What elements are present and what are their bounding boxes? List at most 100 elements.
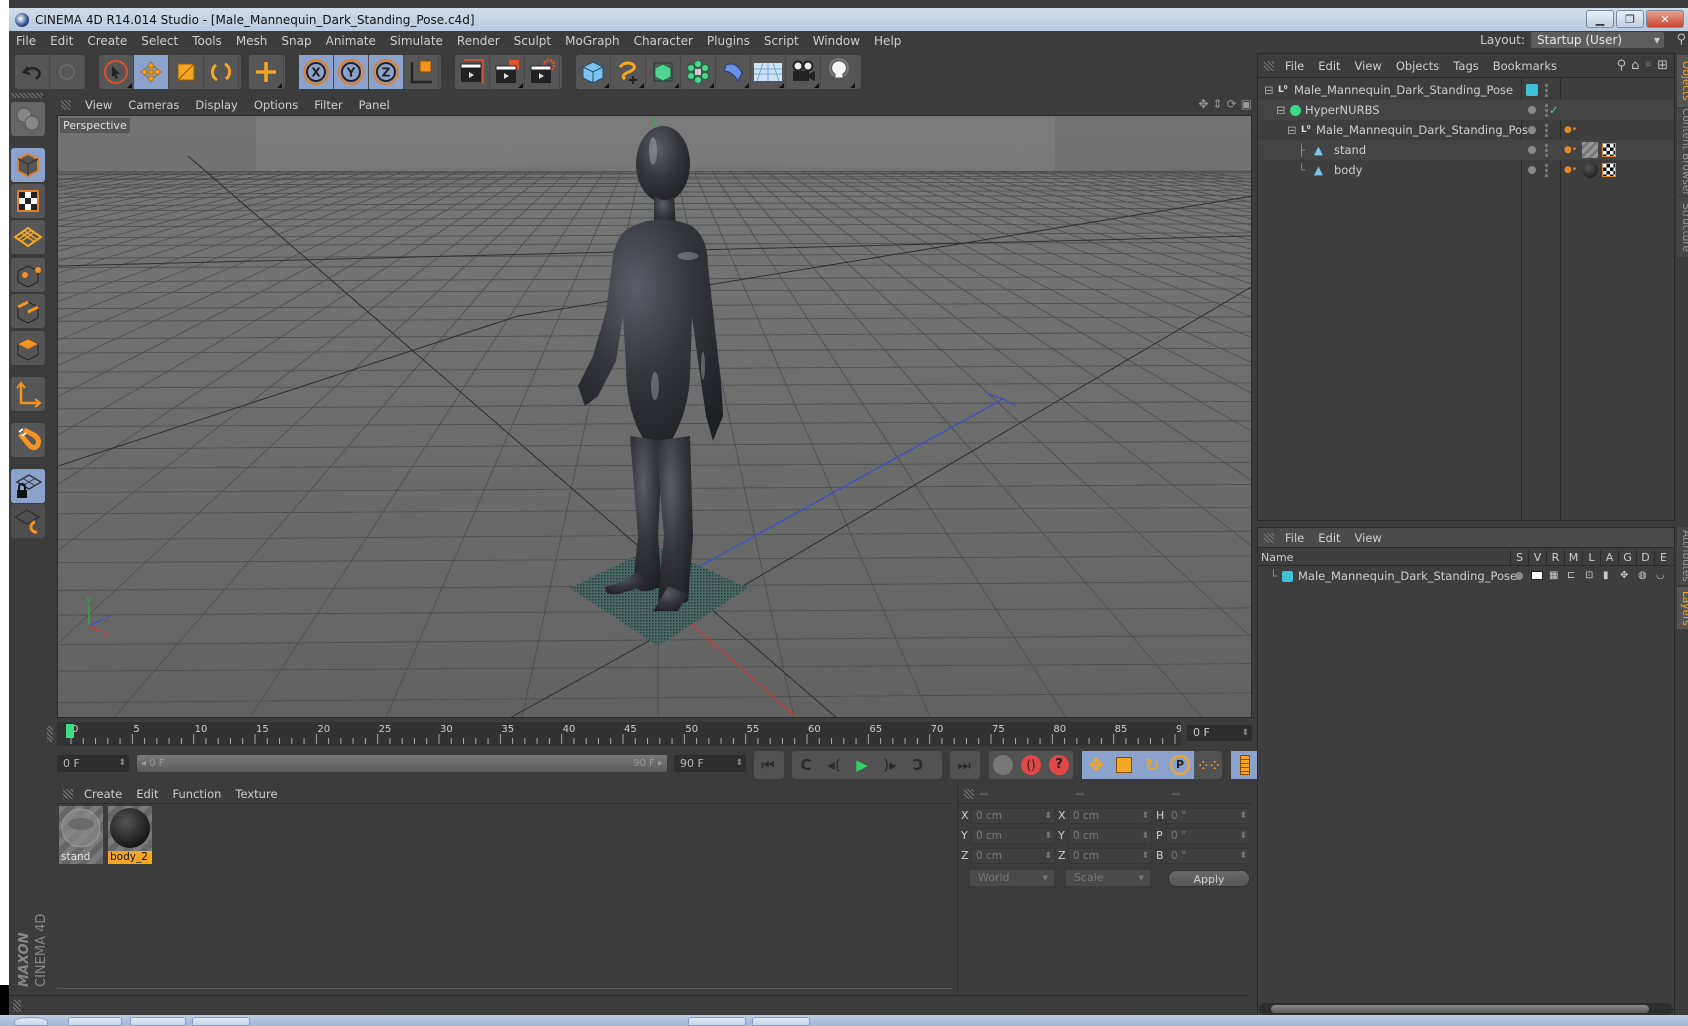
light-button[interactable]	[821, 55, 856, 89]
column-expressions[interactable]: E	[1654, 550, 1672, 566]
model-mode-button[interactable]	[11, 148, 45, 182]
home-icon[interactable]: ⌂	[1631, 58, 1639, 73]
edges-mode-button[interactable]	[11, 294, 45, 328]
timeline-ruler[interactable]: 051015202530354045505560657075808590 0 F	[47, 722, 1252, 746]
locked-workplane-button[interactable]	[11, 469, 45, 503]
polygons-mode-button[interactable]	[11, 331, 45, 365]
object-name[interactable]: Male_Mannequin_Dark_Standing_Pose	[1316, 120, 1535, 140]
viewport-menu-cameras[interactable]: Cameras	[120, 98, 187, 112]
toolbar-grip[interactable]	[11, 93, 43, 98]
close-button[interactable]: ✕	[1646, 10, 1684, 28]
panel-grip[interactable]	[61, 100, 71, 110]
go-to-end-button[interactable]: ⏭	[950, 751, 978, 779]
z-axis-lock-button[interactable]: Z	[369, 55, 404, 89]
key-parameter-button[interactable]: P	[1166, 751, 1194, 779]
menu-render[interactable]: Render	[450, 34, 507, 48]
key-rotation-button[interactable]: ↻	[1138, 751, 1166, 779]
current-frame-field[interactable]: 0 F	[1187, 725, 1252, 741]
object-row[interactable]: ⊟ L⁰ Male_Mannequin_Dark_Standing_Pose	[1258, 80, 1674, 100]
rotate-button[interactable]	[204, 55, 239, 89]
cube-button[interactable]	[576, 55, 611, 89]
material-menu-edit[interactable]: Edit	[129, 787, 165, 801]
deformer-icon[interactable]: ◍	[1638, 567, 1647, 585]
previous-key-button[interactable]: C	[792, 751, 820, 779]
column-generators[interactable]: G	[1618, 550, 1636, 566]
object-row[interactable]: ⊟ HyperNURBS ✓	[1258, 100, 1674, 120]
nurbs-button[interactable]	[646, 55, 681, 89]
object-menu-edit[interactable]: Edit	[1311, 59, 1347, 73]
taskbar-app[interactable]	[68, 1017, 122, 1026]
new-window-icon[interactable]: ⊞	[1657, 58, 1668, 73]
menu-simulate[interactable]: Simulate	[383, 34, 450, 48]
column-render[interactable]: R	[1546, 550, 1564, 566]
range-end-handle[interactable]: 90 F ▸	[633, 755, 663, 772]
size-z-field[interactable]: 0 cm	[1068, 848, 1152, 864]
menu-mesh[interactable]: Mesh	[229, 34, 275, 48]
3d-viewport[interactable]: Y Z X Perspective	[57, 115, 1252, 718]
menu-sculpt[interactable]: Sculpt	[507, 34, 558, 48]
generator-icon[interactable]: ✥	[1620, 567, 1628, 585]
layer-menu-file[interactable]: File	[1278, 531, 1311, 545]
floor-button[interactable]	[751, 55, 786, 89]
dolly-icon[interactable]: ⇕	[1213, 97, 1223, 111]
editor-visibility-dot[interactable]	[1528, 106, 1536, 114]
visibility-dots[interactable]	[1545, 83, 1548, 97]
apply-button[interactable]: Apply	[1168, 870, 1250, 887]
tab-objects[interactable]: Objects	[1677, 55, 1688, 107]
camera-label[interactable]: Perspective	[60, 118, 130, 133]
minimize-button[interactable]: ▁	[1586, 10, 1614, 28]
phong-tag-icon[interactable]: ●•	[1564, 120, 1577, 140]
spline-button[interactable]	[611, 55, 646, 89]
editor-visibility-dot[interactable]	[1528, 166, 1536, 174]
taskbar-app-active[interactable]	[752, 1017, 810, 1026]
visibility-dots[interactable]	[1545, 163, 1548, 177]
keyframe-help-button[interactable]: ?	[1045, 751, 1073, 779]
x-axis-lock-button[interactable]: X	[299, 55, 334, 89]
scrollbar-thumb[interactable]	[1271, 1005, 1649, 1013]
layer-color-swatch[interactable]	[1282, 571, 1293, 582]
magnet-button[interactable]	[11, 423, 45, 457]
camera-button[interactable]	[786, 55, 821, 89]
pos-x-field[interactable]: 0 cm	[971, 808, 1055, 824]
panel-grip[interactable]	[63, 788, 73, 799]
rot-b-field[interactable]: 0 °	[1166, 848, 1250, 864]
key-pla-button[interactable]: ⁘⁘	[1194, 751, 1222, 779]
render-picture-viewer-button[interactable]	[490, 55, 525, 89]
tab-layers[interactable]: Layers	[1677, 587, 1688, 629]
visibility-dots[interactable]	[1545, 103, 1548, 117]
points-mode-button[interactable]	[11, 258, 45, 292]
column-manager[interactable]: M	[1564, 550, 1582, 566]
uvw-tag-icon[interactable]	[1602, 163, 1616, 177]
menu-create[interactable]: Create	[80, 34, 134, 48]
menu-snap[interactable]: Snap	[274, 34, 318, 48]
key-scale-button[interactable]	[1110, 751, 1138, 779]
material-tag-stand[interactable]	[1582, 142, 1598, 158]
column-locked[interactable]: L	[1582, 550, 1600, 566]
tab-content-browser[interactable]: Content Browser	[1677, 108, 1688, 196]
material-menu-create[interactable]: Create	[77, 787, 129, 801]
timeline-grip[interactable]	[47, 726, 53, 742]
next-key-button[interactable]: Ↄ	[904, 751, 932, 779]
search-icon[interactable]: ⚲	[1617, 58, 1627, 73]
layer-name[interactable]: Male_Mannequin_Dark_Standing_Pose	[1298, 567, 1517, 585]
layer-menu-view[interactable]: View	[1348, 531, 1389, 545]
object-menu-objects[interactable]: Objects	[1389, 59, 1446, 73]
column-name[interactable]: Name	[1261, 550, 1293, 566]
size-mode-dropdown[interactable]: Scale	[1066, 870, 1150, 886]
render-view-button[interactable]	[455, 55, 490, 89]
object-name[interactable]: Male_Mannequin_Dark_Standing_Pose	[1294, 80, 1513, 100]
size-x-field[interactable]: 0 cm	[1068, 808, 1152, 824]
max-time-field[interactable]: 90 F	[674, 755, 746, 772]
uvw-tag-icon[interactable]	[1602, 143, 1616, 157]
object-name[interactable]: body	[1334, 160, 1362, 180]
maximize-view-icon[interactable]: ▣	[1241, 97, 1252, 111]
column-deformers[interactable]: D	[1636, 550, 1654, 566]
render-settings-button[interactable]	[525, 55, 560, 89]
live-selection-button[interactable]	[99, 55, 134, 89]
autokey-button[interactable]	[989, 751, 1017, 779]
key-position-button[interactable]: ✥	[1082, 751, 1110, 779]
size-y-field[interactable]: 0 cm	[1068, 828, 1152, 844]
solo-toggle[interactable]	[1515, 572, 1523, 580]
menu-character[interactable]: Character	[627, 34, 700, 48]
material-stand[interactable]: stand	[59, 806, 103, 864]
